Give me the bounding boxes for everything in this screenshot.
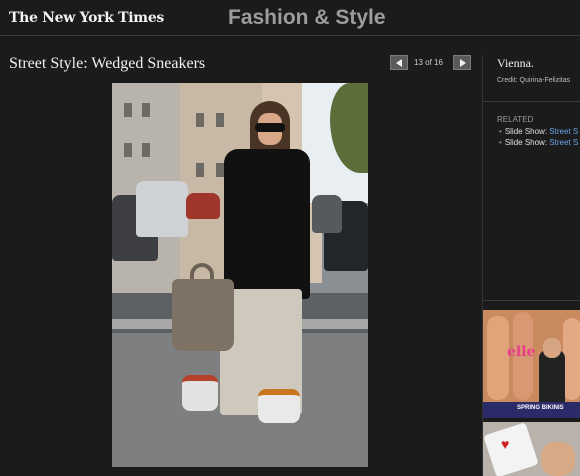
related-divider bbox=[483, 101, 580, 102]
thumb-man-face bbox=[543, 338, 561, 358]
related-item-prefix: Slide Show: bbox=[504, 127, 548, 136]
arrow-left-icon bbox=[396, 59, 402, 67]
photo-car bbox=[312, 195, 342, 233]
previous-slide-button[interactable] bbox=[390, 55, 408, 70]
bullet-icon: • bbox=[499, 127, 502, 136]
slideshow-photo[interactable] bbox=[112, 83, 368, 467]
photo-caption: Vienna. bbox=[497, 56, 534, 70]
related-item[interactable]: • Slide Show: Street S bbox=[499, 138, 578, 147]
related-item-link[interactable]: Street S bbox=[549, 127, 578, 136]
photo-window bbox=[124, 143, 132, 157]
magazine-logo: elle bbox=[507, 344, 536, 360]
photo-handbag bbox=[172, 279, 234, 351]
thumb-playing-card bbox=[483, 422, 539, 476]
photo-window bbox=[124, 103, 132, 117]
related-thumbnail-cards[interactable]: ♥ bbox=[483, 422, 580, 476]
thumb-figure bbox=[563, 318, 580, 400]
next-slide-button[interactable] bbox=[453, 55, 471, 70]
related-item-prefix: Slide Show: bbox=[504, 138, 548, 147]
thumb-face bbox=[541, 442, 575, 476]
photo-credit: Credit: Quirina-Felizitas bbox=[497, 77, 571, 84]
thumb-caption-text: SPRING BIKINIS bbox=[517, 405, 564, 411]
photo-sneaker-right bbox=[258, 389, 300, 423]
related-thumbnail-bikinis[interactable]: elle SPRING BIKINIS bbox=[483, 310, 580, 418]
photo-window bbox=[142, 103, 150, 117]
photo-car bbox=[136, 181, 188, 237]
related-item[interactable]: • Slide Show: Street S bbox=[499, 127, 578, 136]
slideshow-title: Street Style: Wedged Sneakers bbox=[9, 55, 206, 72]
nyt-logo[interactable]: The New York Times bbox=[9, 10, 164, 26]
photo-sunglasses bbox=[255, 123, 285, 132]
related-item-link[interactable]: Street S bbox=[549, 138, 578, 147]
section-title[interactable]: Fashion & Style bbox=[228, 6, 386, 30]
slide-counter: 13 of 16 bbox=[414, 58, 443, 67]
photo-window bbox=[196, 163, 204, 177]
photo-person-top bbox=[224, 149, 310, 299]
thumb-figure bbox=[487, 316, 509, 400]
photo-window bbox=[142, 143, 150, 157]
top-bar: The New York Times Fashion & Style bbox=[0, 0, 580, 36]
photo-window bbox=[216, 163, 224, 177]
photo-window bbox=[196, 113, 204, 127]
photo-car bbox=[186, 193, 220, 219]
bullet-icon: • bbox=[499, 138, 502, 147]
ad-divider bbox=[483, 300, 580, 301]
photo-sneaker-left bbox=[182, 375, 218, 411]
arrow-right-icon bbox=[460, 59, 466, 67]
heart-suit-icon: ♥ bbox=[501, 436, 510, 452]
photo-window bbox=[216, 113, 224, 127]
related-heading: RELATED bbox=[497, 115, 534, 124]
